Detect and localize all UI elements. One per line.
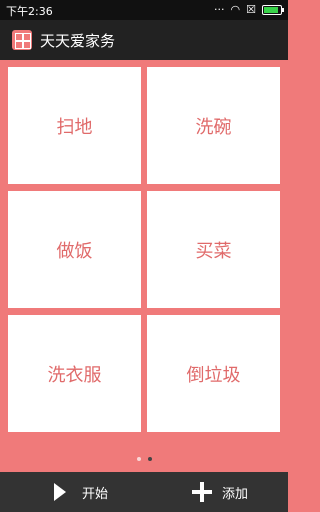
chore-label: 买菜 <box>195 240 232 262</box>
bottom-bar: 开始 添加 <box>0 472 288 512</box>
chore-tile[interactable]: 洗碗 <box>147 67 280 184</box>
chore-label: 扫地 <box>56 116 93 138</box>
chore-tile[interactable]: 洗衣服 <box>8 315 141 432</box>
start-button[interactable]: 开始 <box>0 483 108 502</box>
chore-tile[interactable]: 扫地 <box>8 67 141 184</box>
play-icon <box>54 483 66 501</box>
page-indicator <box>0 457 288 461</box>
app-logo-icon <box>12 30 32 50</box>
app-title: 天天爱家务 <box>40 31 116 50</box>
status-icons: ··· ◠ ☒ <box>214 3 284 16</box>
status-bar: 下午2:36 ··· ◠ ☒ <box>0 0 288 20</box>
chore-label: 倒垃圾 <box>186 364 241 386</box>
wifi-icon: ◠ <box>230 3 241 16</box>
page-dot[interactable] <box>136 457 141 461</box>
chore-tile[interactable]: 倒垃圾 <box>147 315 280 432</box>
app-bar: 天天爱家务 <box>0 20 288 60</box>
sim-icon: ☒ <box>246 3 256 16</box>
signal-icon: ··· <box>214 3 225 16</box>
add-label: 添加 <box>221 486 248 502</box>
status-time: 下午2:36 <box>6 5 53 18</box>
chore-label: 做饭 <box>56 240 93 262</box>
plus-icon <box>191 482 212 502</box>
battery-icon <box>262 4 284 15</box>
add-button[interactable]: 添加 <box>191 482 248 502</box>
chore-grid: 扫地 洗碗 做饭 买菜 洗衣服 倒垃圾 <box>8 67 280 432</box>
chore-label: 洗衣服 <box>47 364 102 386</box>
chore-tile[interactable]: 买菜 <box>147 191 280 308</box>
chore-tile[interactable]: 做饭 <box>8 191 141 308</box>
chore-label: 洗碗 <box>195 116 232 138</box>
start-label: 开始 <box>82 486 109 502</box>
page-dot-active[interactable] <box>147 457 152 461</box>
